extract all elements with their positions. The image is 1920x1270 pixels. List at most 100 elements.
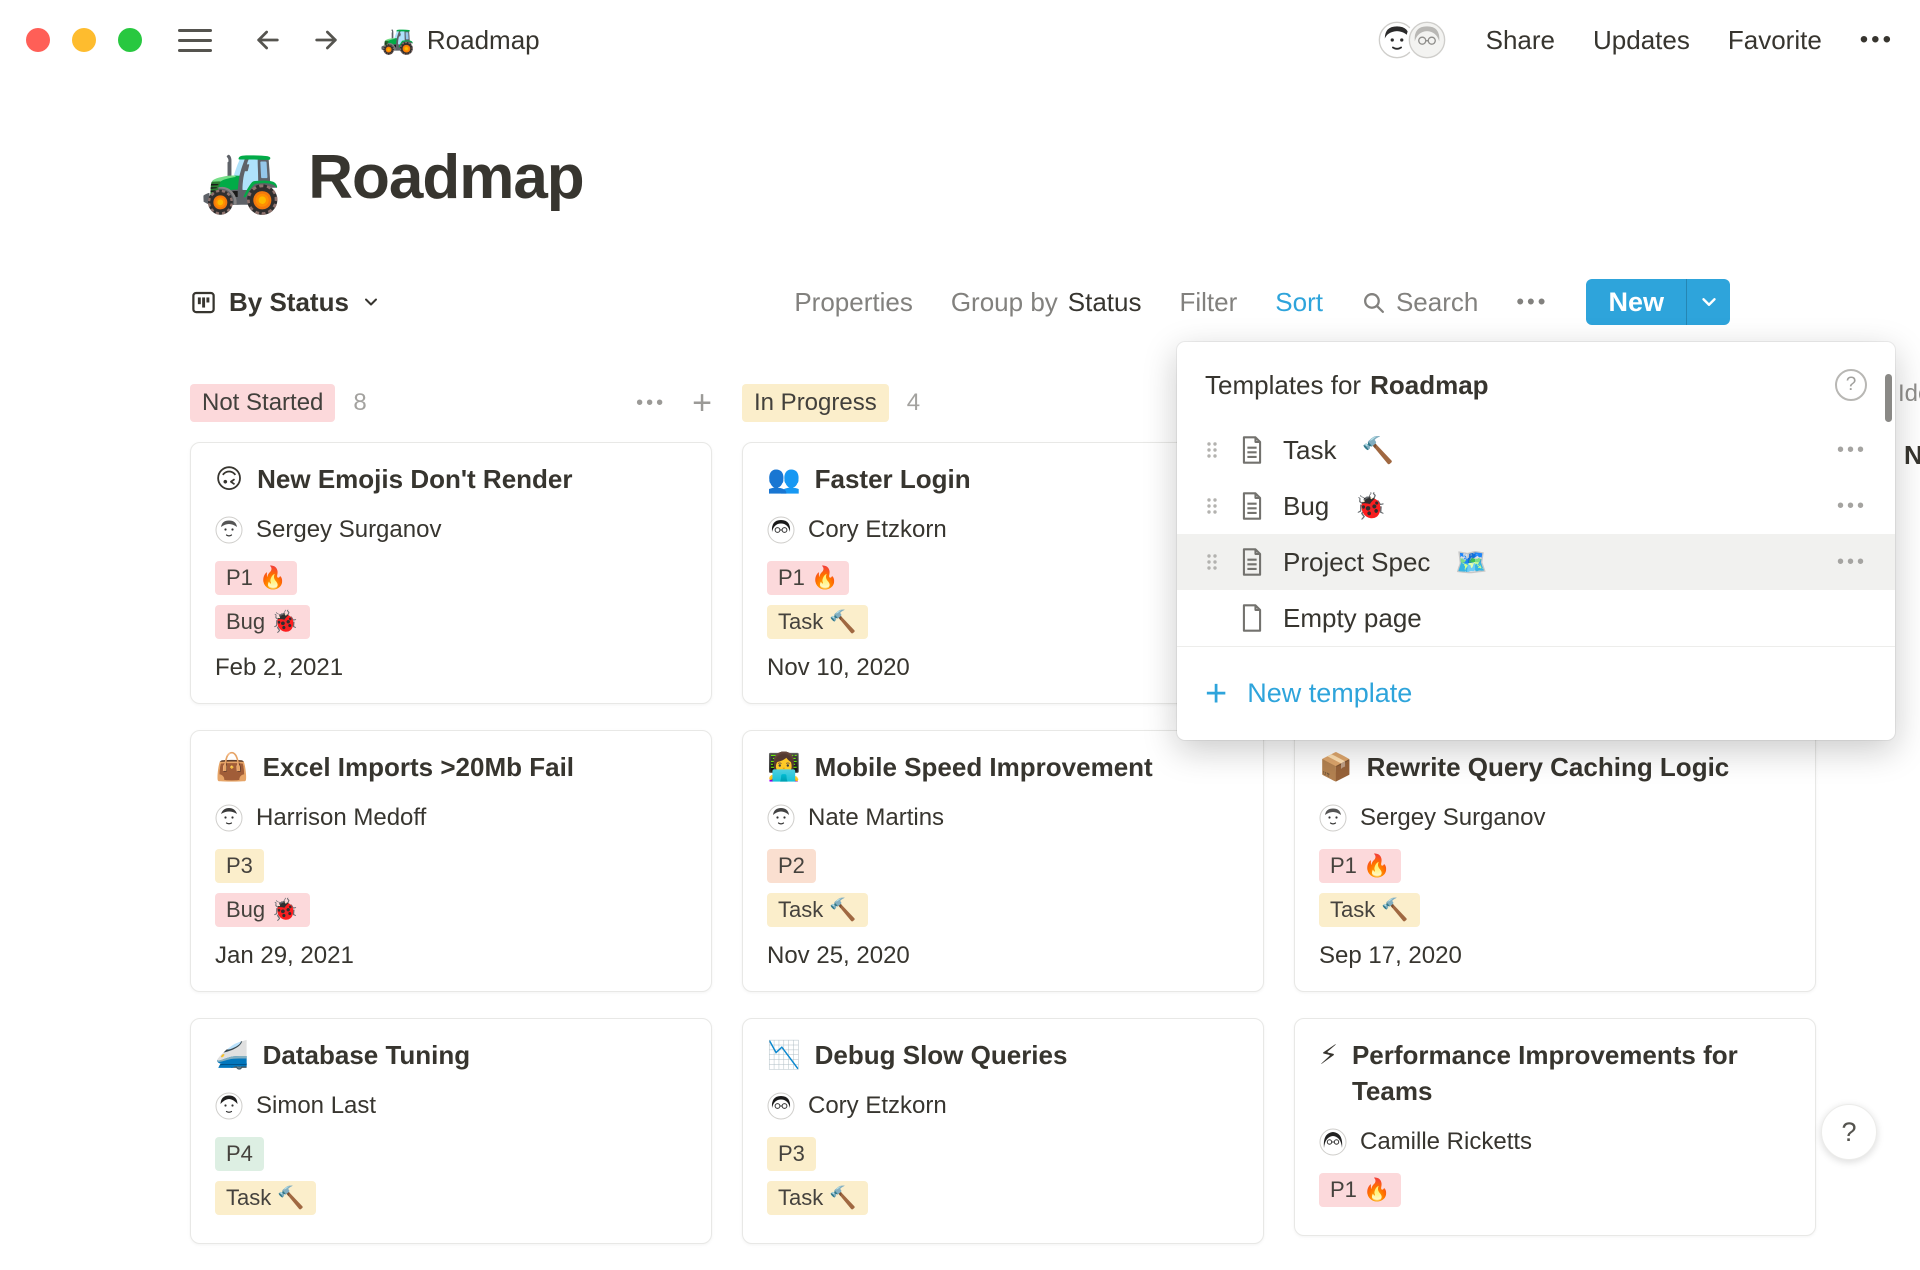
card-title: Debug Slow Queries <box>815 1037 1068 1073</box>
handbag-icon: 👜 <box>215 749 249 785</box>
breadcrumb[interactable]: 🚜 Roadmap <box>380 25 540 56</box>
back-arrow-icon[interactable] <box>252 24 284 56</box>
forward-arrow-icon[interactable] <box>310 24 342 56</box>
type-badge: Task 🔨 <box>215 1181 316 1215</box>
card-date: Sep 17, 2020 <box>1319 939 1791 973</box>
template-label: Task <box>1283 435 1336 466</box>
template-item-task[interactable]: Task 🔨 ••• <box>1177 422 1895 478</box>
new-button-label[interactable]: New <box>1586 279 1686 325</box>
card-excel-imports[interactable]: 👜 Excel Imports >20Mb Fail Harrison Medof… <box>190 730 712 992</box>
drag-handle-icon[interactable] <box>1205 550 1221 574</box>
column-count: 4 <box>907 389 920 417</box>
card-database-tuning[interactable]: 🚄Database Tuning Simon Last P4 Task 🔨 <box>190 1018 712 1244</box>
collaborator-avatars[interactable] <box>1376 19 1448 61</box>
plus-icon: + <box>1205 675 1227 713</box>
templates-dropdown: Templates for Roadmap ? Task 🔨 ••• Bug 🐞… <box>1177 342 1895 740</box>
technologist-icon: 👩‍💻 <box>767 749 801 785</box>
status-badge: Not Started <box>190 384 335 422</box>
filter-button[interactable]: Filter <box>1180 287 1238 318</box>
zoom-window-button[interactable] <box>118 28 142 52</box>
card-title: New Emojis Don't Render <box>257 461 572 497</box>
type-badge: Task 🔨 <box>767 605 868 639</box>
view-name: By Status <box>229 287 349 318</box>
minimize-window-button[interactable] <box>72 28 96 52</box>
column-more-icon[interactable]: ••• <box>636 392 666 415</box>
group-by-button[interactable]: Group by Status <box>951 287 1142 318</box>
avatar <box>767 1092 795 1120</box>
card-title: Rewrite Query Caching Logic <box>1367 749 1730 785</box>
template-item-bug[interactable]: Bug 🐞 ••• <box>1177 478 1895 534</box>
column-header: Not Started 8 ••• + <box>190 380 712 426</box>
assignee-name: Nate Martins <box>808 804 944 832</box>
template-more-icon[interactable]: ••• <box>1837 439 1867 462</box>
priority-badge: P3 <box>767 1137 816 1171</box>
traffic-lights <box>26 28 142 52</box>
page-icon <box>1238 491 1266 521</box>
sidebar-menu-icon[interactable] <box>178 29 212 52</box>
card-mobile-speed-improvement[interactable]: 👩‍💻Mobile Speed Improvement Nate Martins… <box>742 730 1264 992</box>
card-date: Feb 2, 2021 <box>215 651 687 685</box>
new-button[interactable]: New <box>1586 279 1730 325</box>
card-performance-improvements[interactable]: ⚡Performance Improvements for Teams Cami… <box>1294 1018 1816 1236</box>
chevron-down-icon <box>1698 291 1720 313</box>
card-date: Jan 29, 2021 <box>215 939 687 973</box>
search-button[interactable]: Search <box>1361 287 1478 318</box>
help-button[interactable]: ? <box>1821 1104 1877 1160</box>
blank-page-icon <box>1238 603 1266 633</box>
scrollbar-thumb[interactable] <box>1885 374 1892 422</box>
card-title: Excel Imports >20Mb Fail <box>263 749 574 785</box>
templates-help-icon[interactable]: ? <box>1835 369 1867 401</box>
priority-badge: P4 <box>215 1137 264 1171</box>
assignee-name: Harrison Medoff <box>256 804 426 832</box>
card-rewrite-query-caching-logic[interactable]: 📦Rewrite Query Caching Logic Sergey Surg… <box>1294 730 1816 992</box>
view-switcher[interactable]: By Status <box>190 287 381 318</box>
avatar <box>215 1092 243 1120</box>
high-speed-train-icon: 🚄 <box>215 1037 249 1073</box>
template-more-icon[interactable]: ••• <box>1837 495 1867 518</box>
assignee-name: Camille Ricketts <box>1360 1128 1532 1156</box>
priority-badge: P1 🔥 <box>767 561 849 595</box>
type-badge: Bug 🐞 <box>215 605 310 639</box>
group-by-label: Group by <box>951 287 1058 318</box>
card-date: Nov 10, 2020 <box>767 651 1239 685</box>
card-date: Nov 25, 2020 <box>767 939 1239 973</box>
assignee-name: Sergey Surganov <box>256 516 441 544</box>
more-options-icon[interactable]: ••• <box>1860 26 1894 54</box>
new-button-dropdown[interactable] <box>1686 279 1730 325</box>
lady-beetle-icon: 🐞 <box>1354 491 1386 522</box>
busts-in-silhouette-icon: 👥 <box>767 461 801 497</box>
template-label: Empty page <box>1283 603 1422 634</box>
page-title: Roadmap <box>308 142 583 213</box>
share-button[interactable]: Share <box>1486 25 1555 56</box>
card-debug-slow-queries[interactable]: 📉Debug Slow Queries Cory Etzkorn P3 Task… <box>742 1018 1264 1244</box>
page-icon <box>1238 547 1266 577</box>
type-badge: Task 🔨 <box>1319 893 1420 927</box>
column-add-icon[interactable]: + <box>692 386 712 420</box>
template-item-project-spec[interactable]: Project Spec 🗺️ ••• <box>1177 534 1895 590</box>
templates-title-prefix: Templates for <box>1205 370 1361 401</box>
clipped-card-title-fragment: N <box>1904 440 1920 471</box>
properties-button[interactable]: Properties <box>794 287 913 318</box>
card-title: Database Tuning <box>263 1037 471 1073</box>
template-item-empty-page[interactable]: Empty page <box>1177 590 1895 646</box>
high-voltage-icon: ⚡ <box>1319 1037 1338 1109</box>
close-window-button[interactable] <box>26 28 50 52</box>
toolbar-more-icon[interactable]: ••• <box>1516 289 1548 315</box>
updates-button[interactable]: Updates <box>1593 25 1690 56</box>
assignee-name: Cory Etzkorn <box>808 1092 947 1120</box>
view-toolbar: By Status Properties Group by Status Fil… <box>190 278 1730 326</box>
drag-handle-icon[interactable] <box>1205 494 1221 518</box>
template-label: Project Spec <box>1283 547 1430 578</box>
template-more-icon[interactable]: ••• <box>1837 551 1867 574</box>
avatar <box>215 516 243 544</box>
sort-button[interactable]: Sort <box>1275 287 1323 318</box>
card-new-emojis-dont-render[interactable]: 🙃New Emojis Don't Render Sergey Surganov… <box>190 442 712 704</box>
drag-handle-icon[interactable] <box>1205 438 1221 462</box>
tractor-page-icon[interactable]: 🚜 <box>200 145 282 211</box>
group-by-value: Status <box>1068 287 1142 318</box>
new-template-button[interactable]: + New template <box>1177 647 1895 740</box>
hammer-icon: 🔨 <box>1361 435 1393 466</box>
priority-badge: P1 🔥 <box>215 561 297 595</box>
avatar <box>767 516 795 544</box>
favorite-button[interactable]: Favorite <box>1728 25 1822 56</box>
